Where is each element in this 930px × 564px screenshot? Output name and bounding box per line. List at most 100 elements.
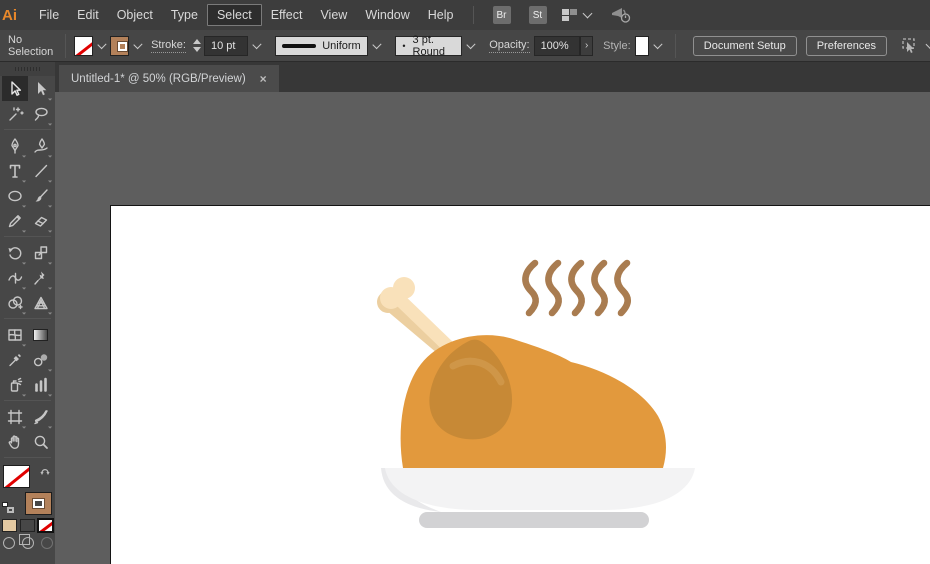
stroke-weight-stepper[interactable]: [193, 36, 201, 56]
menu-separator: [473, 6, 474, 24]
workspace-switcher-icon[interactable]: [562, 9, 578, 21]
share-feedback-icon[interactable]: [609, 6, 631, 24]
scale-tool[interactable]: [28, 240, 54, 265]
mesh-tool[interactable]: [2, 322, 28, 347]
paintbrush-tool[interactable]: [28, 183, 54, 208]
direct-selection-arrow-icon: [32, 80, 50, 98]
line-segment-tool[interactable]: [28, 158, 54, 183]
control-bar: No Selection Stroke: 10 pt Uniform • 3 p…: [0, 30, 930, 62]
default-fill-stroke-icon[interactable]: [2, 502, 14, 513]
artboard-canvas[interactable]: [110, 205, 930, 564]
separator: [675, 34, 676, 58]
lasso-tool[interactable]: [28, 101, 54, 126]
fill-chevron-icon[interactable]: [97, 40, 106, 49]
workspace-chevron-icon[interactable]: [582, 9, 592, 19]
shaper-tool[interactable]: [2, 208, 28, 233]
stroke-weight-field[interactable]: 10 pt: [204, 36, 248, 56]
opacity-field[interactable]: 100%: [534, 36, 581, 56]
menu-help[interactable]: Help: [419, 5, 463, 25]
style-chevron-icon[interactable]: [653, 40, 662, 49]
type-tool[interactable]: [2, 158, 28, 183]
draw-inside-icon[interactable]: [41, 537, 53, 549]
width-profile-value: Uniform: [322, 40, 361, 52]
stock-button[interactable]: St: [529, 6, 547, 24]
width-warp-icon: [6, 269, 24, 287]
blend-tool[interactable]: [28, 347, 54, 372]
menu-edit[interactable]: Edit: [68, 5, 108, 25]
eraser-tool[interactable]: [28, 208, 54, 233]
stroke-color-swatch[interactable]: [110, 36, 129, 56]
slice-tool[interactable]: [28, 404, 54, 429]
menu-select[interactable]: Select: [207, 4, 262, 26]
direct-selection-tool[interactable]: [28, 76, 54, 101]
rotate-tool[interactable]: [2, 240, 28, 265]
selection-tool[interactable]: [2, 76, 28, 101]
pen-nib-icon: [6, 137, 24, 155]
stroke-chevron-icon[interactable]: [134, 40, 143, 49]
perspective-grid-tool[interactable]: [28, 290, 54, 315]
shaper-pencil-icon: [6, 212, 24, 230]
steam-line-icon: [617, 263, 627, 313]
eyedropper-tool[interactable]: [2, 347, 28, 372]
draw-behind-icon[interactable]: [22, 537, 34, 549]
tools-separator: [4, 129, 51, 130]
opacity-arrow-button[interactable]: ›: [580, 36, 593, 56]
menu-object[interactable]: Object: [108, 5, 162, 25]
eyedropper-icon: [6, 351, 24, 369]
pushpin-icon: [32, 269, 50, 287]
magic-wand-icon: [6, 105, 24, 123]
column-graph-tool[interactable]: [28, 372, 54, 397]
stroke-label[interactable]: Stroke:: [151, 39, 186, 53]
tab-close-icon[interactable]: ×: [260, 72, 267, 86]
fill-color-swatch[interactable]: [74, 36, 93, 56]
shape-builder-tool[interactable]: [2, 290, 28, 315]
right-overflow-chevron-icon[interactable]: [926, 39, 930, 49]
gradient-tool[interactable]: [28, 322, 54, 347]
tools-panel-grip[interactable]: [0, 62, 55, 76]
pen-tool[interactable]: [2, 133, 28, 158]
stroke-weight-chevron-icon[interactable]: [252, 40, 261, 49]
swap-fill-stroke-icon[interactable]: [39, 464, 52, 482]
curvature-tool[interactable]: [28, 133, 54, 158]
menu-view[interactable]: View: [311, 5, 356, 25]
magnifier-icon: [32, 433, 50, 451]
menu-window[interactable]: Window: [356, 5, 418, 25]
ellipse-tool[interactable]: [2, 183, 28, 208]
brush-definition-dropdown[interactable]: • 3 pt. Round: [395, 36, 461, 56]
rotate-icon: [6, 244, 24, 262]
hand-tool[interactable]: [2, 429, 28, 454]
width-profile-chevron-icon[interactable]: [372, 40, 381, 49]
opacity-label[interactable]: Opacity:: [489, 39, 529, 53]
artboard-icon: [6, 408, 24, 426]
isolate-selected-icon[interactable]: [899, 37, 919, 55]
width-tool[interactable]: [2, 265, 28, 290]
stroke-swatch[interactable]: [25, 492, 52, 515]
illustrator-logo: Ai: [2, 7, 30, 24]
symbol-sprayer-tool[interactable]: [2, 372, 28, 397]
shape-builder-icon: [6, 294, 24, 312]
color-button[interactable]: [2, 519, 17, 532]
zoom-tool[interactable]: [28, 429, 54, 454]
menu-type[interactable]: Type: [162, 5, 207, 25]
bar-chart-icon: [32, 376, 50, 394]
puppet-warp-tool[interactable]: [28, 265, 54, 290]
style-swatch[interactable]: [635, 36, 649, 56]
bridge-button[interactable]: Br: [493, 6, 511, 24]
menu-effect[interactable]: Effect: [262, 5, 312, 25]
none-button[interactable]: [38, 519, 53, 532]
preferences-button[interactable]: Preferences: [806, 36, 887, 56]
document-tab-bar: Untitled-1* @ 50% (RGB/Preview) ×: [55, 62, 930, 92]
width-profile-dropdown[interactable]: Uniform: [275, 36, 368, 56]
steam-line-icon: [548, 263, 558, 313]
fill-swatch-none[interactable]: [3, 465, 30, 488]
document-tab[interactable]: Untitled-1* @ 50% (RGB/Preview) ×: [59, 65, 279, 92]
magic-wand-tool[interactable]: [2, 101, 28, 126]
brush-chevron-icon[interactable]: [466, 40, 475, 49]
draw-normal-icon[interactable]: [3, 537, 15, 549]
menu-file[interactable]: File: [30, 5, 68, 25]
pasteboard[interactable]: [55, 92, 930, 564]
gradient-button[interactable]: [20, 519, 35, 532]
steam-line-icon: [571, 263, 581, 313]
document-setup-button[interactable]: Document Setup: [693, 36, 797, 56]
artboard-tool[interactable]: [2, 404, 28, 429]
